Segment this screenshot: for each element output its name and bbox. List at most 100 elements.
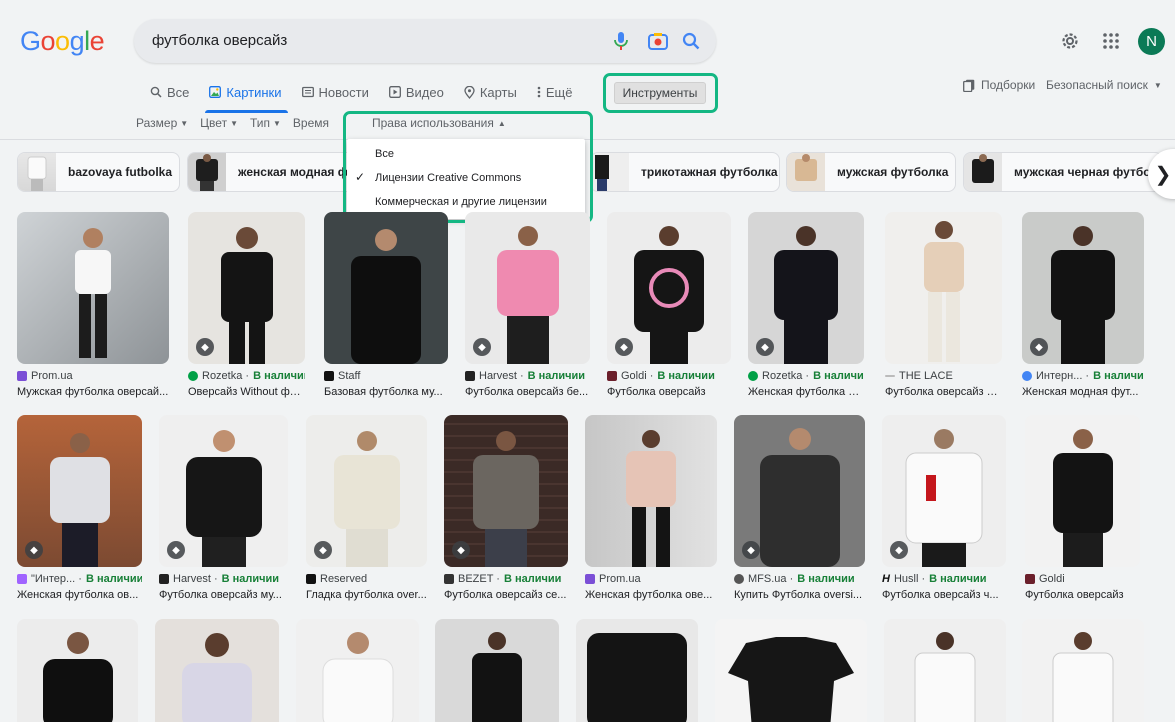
image-result[interactable]: ◆ Reserved Гладка футболка over...	[306, 415, 427, 601]
image-result[interactable]	[1022, 619, 1144, 722]
tab-more[interactable]: Ещё	[537, 84, 572, 110]
related-chip[interactable]: bazovaya futbolka	[17, 152, 180, 192]
result-thumbnail[interactable]	[585, 415, 717, 567]
tab-maps[interactable]: Карты	[464, 84, 517, 110]
result-source[interactable]: THE LACE	[885, 370, 1002, 382]
result-source[interactable]: Prom.ua	[585, 573, 717, 585]
result-title[interactable]: Футболка оверсайз	[607, 386, 731, 398]
image-result[interactable]: ◆ MFS.ua · В наличии Купить Футболка ove…	[734, 415, 865, 601]
related-chip[interactable]: мужская черная футбол	[963, 152, 1163, 192]
related-chip[interactable]: трикотажная футболка	[590, 152, 780, 192]
result-title[interactable]: Футболка оверсайз бе...	[465, 386, 590, 398]
result-source[interactable]: Rozetka · В наличии	[748, 370, 864, 382]
image-result[interactable]: ◆ Goldi · В наличии Футболка оверсайз	[607, 212, 731, 398]
result-thumbnail[interactable]: ◆	[748, 212, 864, 364]
result-thumbnail[interactable]: ◆	[882, 415, 1006, 567]
result-source[interactable]: H Husll · В наличии	[882, 573, 1006, 585]
result-source[interactable]: Интерн... · В наличии	[1022, 370, 1144, 382]
tab-video[interactable]: Видео	[388, 84, 444, 110]
image-result[interactable]: Goldi Футболка оверсайз	[1025, 415, 1140, 601]
result-source[interactable]: Reserved	[306, 573, 427, 585]
search-icon[interactable]	[679, 29, 703, 53]
result-title[interactable]: Женская футболка ов...	[17, 589, 142, 601]
image-result[interactable]	[296, 619, 419, 722]
result-thumbnail[interactable]	[435, 619, 559, 722]
google-logo[interactable]: Google	[20, 26, 105, 57]
image-result[interactable]	[155, 619, 279, 722]
search-box[interactable]: футболка оверсайз	[134, 19, 716, 63]
result-thumbnail[interactable]: ◆	[159, 415, 288, 567]
result-source[interactable]: Harvest · В наличии	[465, 370, 590, 382]
search-input[interactable]: футболка оверсайз	[152, 32, 287, 49]
image-result[interactable]: ◆ Интерн... · В наличии Женская модная ф…	[1022, 212, 1144, 398]
result-thumbnail[interactable]: ◆	[17, 415, 142, 567]
apps-grid-icon[interactable]	[1100, 28, 1122, 54]
result-thumbnail[interactable]	[715, 619, 867, 722]
filter-color[interactable]: Цвет ▼	[200, 116, 238, 130]
image-result[interactable]: Prom.ua Мужская футболка оверсай...	[17, 212, 169, 398]
image-result[interactable]	[884, 619, 1006, 722]
result-source[interactable]: Goldi	[1025, 573, 1140, 585]
result-thumbnail[interactable]	[17, 619, 138, 722]
result-thumbnail[interactable]: ◆	[306, 415, 427, 567]
result-thumbnail[interactable]: ◆	[607, 212, 731, 364]
result-source[interactable]: Prom.ua	[17, 370, 169, 382]
image-result[interactable]: ◆ Harvest · В наличии Футболка оверсайз …	[159, 415, 288, 601]
result-source[interactable]: BEZET · В наличии	[444, 573, 568, 585]
result-title[interactable]: Гладка футболка over...	[306, 589, 427, 601]
filter-size[interactable]: Размер ▼	[136, 116, 188, 130]
result-thumbnail[interactable]	[155, 619, 279, 722]
result-title[interactable]: Мужская футболка оверсай...	[17, 386, 169, 398]
image-result[interactable]: ◆ H Husll · В наличии Футболка оверсайз ч…	[882, 415, 1006, 601]
result-title[interactable]: Женская футболка ов...	[748, 386, 864, 398]
image-result[interactable]: Prom.ua Женская футболка ове...	[585, 415, 717, 601]
safesearch-dropdown[interactable]: Безопасный поиск ▼	[1046, 78, 1162, 92]
result-thumbnail[interactable]	[884, 619, 1006, 722]
image-result[interactable]	[17, 619, 138, 722]
account-avatar[interactable]: N	[1138, 28, 1165, 55]
related-chip[interactable]: мужская футболка	[786, 152, 956, 192]
tab-images[interactable]: Картинки	[205, 84, 288, 113]
result-title[interactable]: Женская футболка ове...	[585, 589, 717, 601]
collections-link[interactable]: Подборки	[963, 78, 1035, 92]
image-result[interactable]	[435, 619, 559, 722]
tools-button[interactable]: Инструменты	[614, 82, 706, 104]
tab-all[interactable]: Все	[150, 84, 189, 110]
result-thumbnail[interactable]: ◆	[734, 415, 865, 567]
image-result[interactable]: ◆ "Интер... · В наличии Женская футболка…	[17, 415, 142, 601]
result-thumbnail[interactable]	[885, 212, 1002, 364]
result-title[interactable]: Футболка оверсайз се...	[444, 589, 568, 601]
result-source[interactable]: Goldi · В наличии	[607, 370, 731, 382]
result-title[interactable]: Футболка оверсайз ч...	[882, 589, 1006, 601]
result-title[interactable]: Футболка оверсайз б...	[885, 386, 1002, 398]
result-source[interactable]: Staff	[324, 370, 448, 382]
mic-icon[interactable]	[609, 29, 633, 53]
result-thumbnail[interactable]: ◆	[465, 212, 590, 364]
result-source[interactable]: Rozetka · В наличии	[188, 370, 305, 382]
result-thumbnail[interactable]: ◆	[1022, 212, 1144, 364]
result-thumbnail[interactable]	[17, 212, 169, 364]
image-result[interactable]: ◆ BEZET · В наличии Футболка оверсайз се…	[444, 415, 568, 601]
settings-gear-icon[interactable]	[1059, 28, 1081, 54]
result-thumbnail[interactable]	[576, 619, 698, 722]
image-result[interactable]: ◆ Rozetka · В наличии Оверсайз Without ф…	[188, 212, 305, 398]
tab-news[interactable]: Новости	[301, 84, 369, 110]
image-result[interactable]	[715, 619, 867, 722]
image-result[interactable]: THE LACE Футболка оверсайз б...	[885, 212, 1002, 398]
result-title[interactable]: Купить Футболка oversi...	[734, 589, 865, 601]
result-thumbnail[interactable]	[1022, 619, 1144, 722]
result-thumbnail[interactable]	[1025, 415, 1140, 567]
image-result[interactable]: ◆ Harvest · В наличии Футболка оверсайз …	[465, 212, 590, 398]
image-result[interactable]: Staff Базовая футболка му...	[324, 212, 448, 398]
filter-type[interactable]: Тип ▼	[250, 116, 281, 130]
image-result[interactable]: ◆ Rozetka · В наличии Женская футболка о…	[748, 212, 864, 398]
result-title[interactable]: Женская модная фут...	[1022, 386, 1144, 398]
result-title[interactable]: Футболка оверсайз	[1025, 589, 1140, 601]
result-source[interactable]: MFS.ua · В наличии	[734, 573, 865, 585]
camera-lens-icon[interactable]	[646, 29, 670, 53]
image-result[interactable]	[576, 619, 698, 722]
result-thumbnail[interactable]: ◆	[188, 212, 305, 364]
result-title[interactable]: Оверсайз Without фут...	[188, 386, 305, 398]
result-thumbnail[interactable]	[296, 619, 419, 722]
related-chip[interactable]: женская модная ф	[187, 152, 357, 192]
